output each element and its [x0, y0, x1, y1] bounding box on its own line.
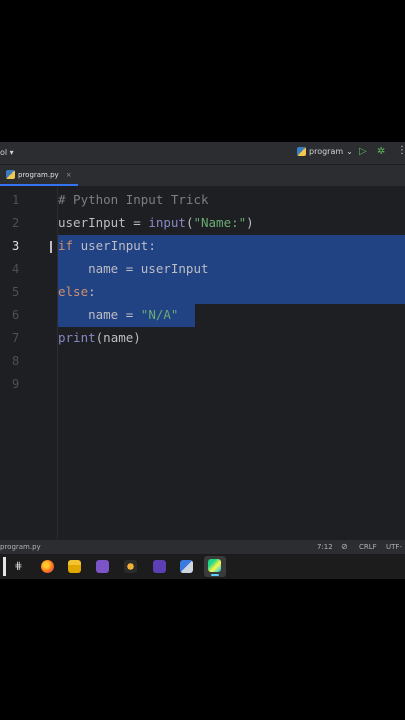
editor-tab-bar: program.py ×	[0, 165, 405, 187]
python-icon	[297, 147, 306, 156]
code-line-6: name = "N/A"	[58, 304, 178, 326]
line-number: 4	[12, 262, 20, 276]
chevron-down-icon: ⌄	[346, 147, 353, 156]
code-line-3: if userInput:	[58, 235, 156, 257]
run-icon[interactable]: ▷	[359, 146, 367, 157]
python-file-icon	[6, 170, 15, 179]
code-editor[interactable]: 1 2 3 4 5 6 7 8 9 # Python Input Trick u…	[0, 187, 405, 539]
line-ending[interactable]: CRLF	[359, 543, 377, 551]
more-icon[interactable]: ⋮	[397, 145, 405, 156]
pycharm-icon	[208, 559, 221, 572]
keyword: else	[58, 284, 89, 299]
file-explorer-icon[interactable]	[68, 560, 81, 573]
visual-studio-purple-icon[interactable]	[153, 560, 166, 573]
close-icon[interactable]: ×	[66, 171, 72, 179]
tab-program-py[interactable]: program.py ×	[0, 165, 78, 186]
line-number-gutter: 1 2 3 4 5 6 7 8 9	[0, 187, 58, 539]
selection-highlight	[58, 281, 405, 304]
code-text: userInput =	[58, 215, 149, 230]
run-configuration-selector[interactable]: program ⌄	[297, 147, 353, 156]
line-number: 5	[12, 285, 20, 299]
line-number: 7	[12, 331, 20, 345]
builtin-function: print	[58, 330, 96, 345]
debug-icon[interactable]: ✲	[377, 146, 385, 157]
string-literal: "N/A"	[140, 307, 179, 322]
line-number: 1	[12, 193, 20, 207]
code-text: userInput:	[73, 238, 156, 253]
keyword: if	[58, 238, 74, 253]
project-selector[interactable]: ol ▾	[0, 148, 14, 157]
status-file-path[interactable]: program.py	[0, 543, 41, 551]
code-text: :	[88, 284, 96, 299]
tab-label: program.py	[18, 170, 59, 179]
code-text: name = userInput	[58, 261, 209, 276]
main-toolbar: ol ▾ program ⌄ ▷ ✲ ⋮	[0, 142, 405, 165]
firefox-icon[interactable]	[41, 560, 54, 573]
line-number-active: 3	[12, 239, 20, 253]
code-text: name =	[58, 307, 141, 322]
ide-plugin-icon[interactable]	[124, 560, 137, 573]
code-line-4: name = userInput	[58, 258, 209, 280]
read-write-icon[interactable]: ⊘	[341, 542, 348, 551]
taskbar-active-app[interactable]	[204, 556, 226, 577]
text-cursor-icon	[50, 241, 52, 253]
comment: # Python Input Trick	[58, 192, 209, 207]
code-line-2: userInput = input("Name:")	[58, 212, 254, 234]
line-number: 2	[12, 216, 20, 230]
visual-studio-icon[interactable]	[96, 560, 109, 573]
file-encoding[interactable]: UTF-	[386, 543, 402, 551]
os-taskbar: ⋕	[0, 554, 405, 579]
code-line-5: else:	[58, 281, 96, 303]
ide-window: ol ▾ program ⌄ ▷ ✲ ⋮ program.py × 1 2 3 …	[0, 142, 405, 579]
status-bar: program.py 7:12 ⊘ CRLF UTF-	[0, 539, 405, 555]
code-line-7: print(name)	[58, 327, 141, 349]
code-line-1: # Python Input Trick	[58, 189, 209, 211]
task-view-icon[interactable]: ⋕	[12, 560, 25, 573]
line-number: 6	[12, 308, 20, 322]
line-number: 9	[12, 377, 20, 391]
builtin-function: input	[148, 215, 186, 230]
line-number: 8	[12, 354, 20, 368]
code-text: )	[246, 215, 254, 230]
string-literal: "Name:"	[193, 215, 247, 230]
code-text: (name)	[95, 330, 141, 345]
caret-position[interactable]: 7:12	[317, 543, 333, 551]
app-icon[interactable]	[180, 560, 193, 573]
run-config-label: program	[309, 147, 344, 156]
start-edge-icon[interactable]	[3, 557, 6, 576]
active-indicator	[211, 574, 219, 576]
